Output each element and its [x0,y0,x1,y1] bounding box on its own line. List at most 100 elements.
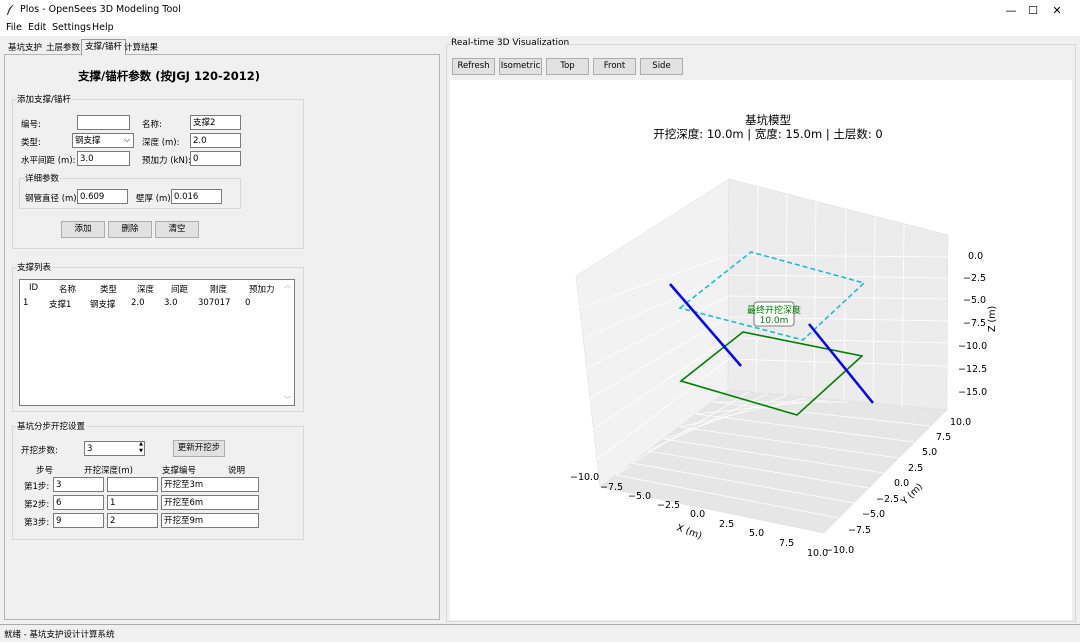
cell-depth: 2.0 [131,298,145,308]
col-id[interactable]: ID [29,283,38,293]
steps-value: 3 [87,444,93,454]
spin-up-icon[interactable]: ▲ [139,441,143,447]
menu-help[interactable]: Help [92,22,114,33]
status-text: 就绪 - 基坑支护设计计算系统 [4,630,115,640]
chevron-down-icon: ⌵ [123,135,130,144]
y-tick-label: −10.0 [825,545,854,556]
menu-settings[interactable]: Settings [52,22,91,33]
add-button[interactable]: 添加 [61,221,105,238]
front-view-button[interactable]: Front [593,58,636,75]
table-row[interactable]: 1 支撑1 钢支撑 2.0 3.0 307017 0 [20,296,284,310]
tab-soil[interactable]: 土层参数 [43,41,83,55]
y-tick-label: −2.5 [876,494,899,505]
step2-label: 第2步: [24,500,50,510]
name-label: 名称: [142,120,162,130]
col-type[interactable]: 类型 [100,283,117,295]
excavation-frame-title: 基坑分步开挖设置 [16,420,87,432]
close-button[interactable]: ✕ [1034,0,1080,20]
y-tick-label: 7.5 [936,432,951,443]
step-support-header: 支撑编号 [162,466,197,476]
status-bar: 就绪 - 基坑支护设计计算系统 [0,624,1080,642]
y-tick-label: 2.5 [908,463,923,474]
steps-spinbox[interactable]: 3 ▲ ▼ [84,441,145,456]
x-tick-label: −7.5 [600,482,623,493]
type-select[interactable]: 钢支撑 ⌵ [72,133,134,148]
spacing-input[interactable]: 3.0 [77,151,130,166]
cell-stiffness: 307017 [198,298,231,308]
z-tick-label: 0.0 [968,251,983,262]
x-tick-label: 5.0 [749,528,764,539]
name-input[interactable]: 支撑2 [190,115,241,130]
refresh-button[interactable]: Refresh [452,58,495,75]
tab-support[interactable]: 支撑/锚杆 [81,39,126,55]
plot-subtitle: 开挖深度: 10.0m | 宽度: 15.0m | 土层数: 0 [653,127,882,141]
id-input[interactable] [77,115,130,130]
clear-button[interactable]: 清空 [155,221,199,238]
step-number-header: 步号 [36,466,54,476]
cell-id: 1 [23,298,29,308]
tab-foundation[interactable]: 基坑支护 [5,41,45,55]
wall-thickness-input[interactable]: 0.016 [171,189,222,204]
step3-note-input[interactable]: 开挖至9m [161,513,259,528]
step1-note-input[interactable]: 开挖至3m [161,477,259,492]
prestress-label: 预加力 (kN): [142,156,191,166]
spacing-label: 水平间距 (m): [21,156,76,166]
side-view-button[interactable]: Side [640,58,683,75]
delete-button[interactable]: 删除 [108,221,152,238]
step1-label: 第1步: [24,482,50,492]
step3-depth-input[interactable]: 9 [53,513,104,528]
x-tick-label: −10.0 [570,472,599,483]
step3-label: 第3步: [24,518,50,528]
step2-support-input[interactable]: 1 [107,495,158,510]
col-depth[interactable]: 深度 [137,283,154,295]
add-frame-title: 添加支撑/锚杆 [16,93,72,105]
depth-label: 深度 (m): [142,138,180,148]
step1-support-input[interactable] [107,477,158,492]
col-spacing[interactable]: 间距 [171,283,188,295]
update-steps-button[interactable]: 更新开挖步 [173,440,225,457]
cell-spacing: 3.0 [164,298,178,308]
isometric-button[interactable]: Isometric [499,58,542,75]
steps-label: 开挖步数: [21,446,58,456]
step2-depth-input[interactable]: 6 [53,495,104,510]
col-stiffness[interactable]: 刚度 [210,283,227,295]
title-bar: Plos - OpenSees 3D Modeling Tool — ☐ ✕ [0,0,1080,20]
feather-icon [7,4,14,15]
pipe-diameter-label: 钢管直径 (m): [25,194,80,204]
z-tick-label: −5.0 [963,295,986,306]
x-tick-label: −5.0 [628,491,651,502]
list-frame-title: 支撑列表 [16,261,53,273]
annotation-label: 最终开挖深度 [747,304,801,316]
z-axis-label: Z (m) [987,306,998,332]
z-tick-label: −10.0 [958,341,987,352]
y-tick-label: 5.0 [922,447,937,458]
y-tick-label: 0.0 [894,478,909,489]
prestress-input[interactable]: 0 [190,151,241,166]
step3-support-input[interactable]: 2 [107,513,158,528]
depth-input[interactable]: 2.0 [190,133,241,148]
type-value: 钢支撑 [75,136,101,146]
visualization-title: Real-time 3D Visualization [450,38,571,48]
menu-file[interactable]: File [6,22,22,33]
annotation-value: 10.0m [760,316,789,326]
wall-thickness-label: 壁厚 (m): [136,194,174,204]
tab-results[interactable]: 计算结果 [121,41,161,55]
top-view-button[interactable]: Top [546,58,589,75]
x-tick-label: −2.5 [657,500,680,511]
step2-note-input[interactable]: 开挖至6m [161,495,259,510]
plot-title: 基坑模型 [745,113,791,127]
details-title: 详细参数 [24,172,61,184]
type-label: 类型: [21,138,41,148]
pipe-diameter-input[interactable]: 0.609 [77,189,128,204]
col-name[interactable]: 名称 [59,283,76,295]
table-scrollbar[interactable]: ︿ ﹀ [284,280,294,405]
z-tick-label: −12.5 [958,364,987,375]
x-tick-label: 0.0 [690,509,705,520]
3d-plot-canvas[interactable]: −10.0 −7.5 −5.0 −2.5 0.0 2.5 5.0 7.5 10.… [450,80,1072,620]
menu-edit[interactable]: Edit [28,22,46,33]
cell-type: 钢支撑 [90,300,116,310]
z-tick-label: −15.0 [958,387,987,398]
spin-down-icon[interactable]: ▼ [139,448,143,454]
col-prestress[interactable]: 预加力 [249,283,275,295]
step1-depth-input[interactable]: 3 [53,477,104,492]
